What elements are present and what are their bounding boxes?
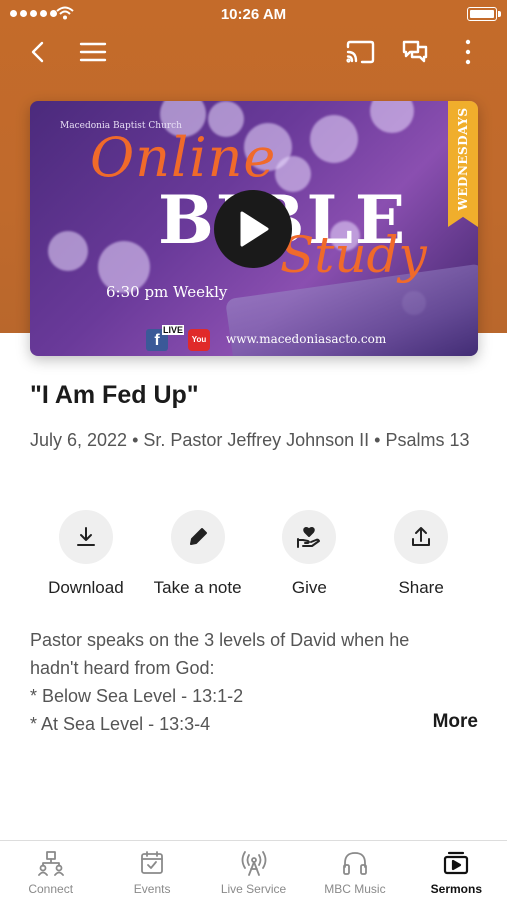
wednesdays-ribbon: WEDNESDAYS — [448, 101, 478, 227]
status-bar: 10:26 AM — [0, 0, 507, 28]
back-chevron-icon — [31, 41, 44, 63]
video-title-study: Study — [280, 226, 427, 284]
cast-button[interactable] — [343, 36, 377, 68]
action-row: Download Take a note Give Share — [30, 510, 477, 598]
share-label: Share — [398, 578, 444, 597]
description-line: hadn't heard from God: — [30, 658, 215, 678]
headphones-icon — [343, 852, 367, 875]
menu-button[interactable] — [76, 36, 110, 68]
share-icon — [412, 527, 431, 546]
sermon-video-thumbnail[interactable]: Macedonia Baptist Church Online BIBLE St… — [30, 101, 478, 356]
download-icon — [76, 527, 95, 546]
share-icon-circle — [394, 510, 449, 564]
people-icon — [37, 851, 64, 876]
video-schedule: 6:30 pm Weekly — [106, 283, 228, 301]
church-website: www.macedoniasacto.com — [226, 332, 387, 346]
cast-icon — [346, 40, 375, 64]
tab-label: Connect — [28, 882, 74, 896]
description-line: Pastor speaks on the 3 levels of David w… — [30, 630, 410, 650]
sermon-description: Pastor speaks on the 3 levels of David w… — [30, 626, 470, 738]
play-button[interactable] — [214, 190, 292, 268]
broadcast-icon — [241, 851, 266, 876]
sermon-title: "I Am Fed Up" — [30, 381, 199, 409]
ribbon-text: WEDNESDAYS — [456, 107, 470, 211]
download-label: Download — [48, 578, 124, 597]
tab-sermons[interactable]: Sermons — [406, 841, 507, 900]
tab-live-service[interactable]: Live Service — [203, 841, 304, 900]
share-button[interactable]: Share — [365, 510, 477, 598]
youtube-icon: You Tube — [188, 329, 210, 351]
pencil-icon-circle — [170, 510, 225, 564]
status-time: 10:26 AM — [220, 6, 287, 23]
giving-hand-icon — [297, 527, 321, 548]
tab-label: Live Service — [220, 882, 287, 896]
sermon-meta: July 6, 2022 • Sr. Pastor Jeffrey Johnso… — [30, 430, 470, 450]
take-note-label: Take a note — [153, 578, 242, 597]
take-note-button[interactable]: Take a note — [142, 510, 254, 598]
description-line: * Below Sea Level - 13:1-2 — [30, 686, 244, 706]
more-button[interactable]: More — [433, 711, 478, 733]
live-label: LIVE — [162, 325, 185, 335]
more-vertical-icon — [465, 39, 471, 65]
bottom-tab-bar: Connect Events Live Service MBC Music Se… — [0, 840, 507, 900]
menu-icon — [79, 42, 107, 62]
chat-icon — [402, 40, 428, 63]
more-options-button[interactable] — [456, 36, 480, 68]
tab-events[interactable]: Events — [101, 841, 202, 900]
back-button[interactable] — [22, 36, 54, 68]
sermons-play-icon — [444, 851, 469, 875]
tab-mbc-music[interactable]: MBC Music — [304, 841, 405, 900]
video-title-online: Online — [90, 126, 277, 189]
give-label: Give — [291, 578, 327, 597]
giving-hand-icon-circle — [282, 510, 337, 564]
download-icon-circle — [58, 510, 113, 564]
calendar-icon — [141, 851, 164, 874]
tab-label: Events — [133, 882, 171, 896]
tab-connect[interactable]: Connect — [0, 841, 101, 900]
tab-label: Sermons — [430, 882, 482, 896]
description-line: * At Sea Level - 13:3-4 — [30, 714, 211, 734]
play-icon — [240, 211, 269, 247]
download-button[interactable]: Download — [30, 510, 142, 598]
tab-label: MBC Music — [324, 882, 386, 896]
give-button[interactable]: Give — [254, 510, 366, 598]
chat-button[interactable] — [398, 36, 432, 68]
battery-icon — [467, 7, 501, 21]
pencil-icon — [189, 528, 207, 545]
